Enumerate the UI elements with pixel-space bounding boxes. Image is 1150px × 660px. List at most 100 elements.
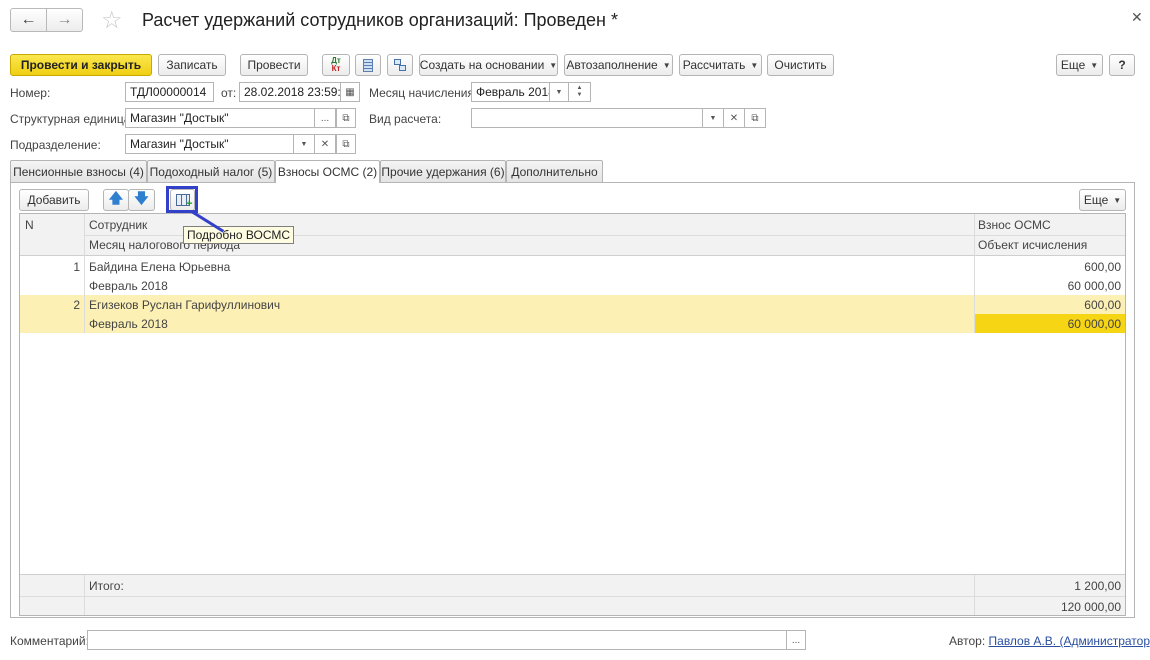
arrow-down-icon: 🡇 (134, 190, 149, 206)
caret-down-icon: ▼ (662, 60, 671, 70)
arrow-right-icon: → (56, 11, 73, 28)
open-window-icon: ⧉ (751, 112, 759, 124)
help-button[interactable]: ? (1109, 54, 1135, 76)
panel-more-label: Еще (1083, 193, 1109, 207)
division-field[interactable]: Магазин "Достык" (125, 134, 294, 154)
calendar-button[interactable]: ▦ (340, 82, 360, 102)
date-from-label: от: (221, 86, 237, 100)
dt-kt-button[interactable]: Дт Кт (322, 54, 350, 76)
calc-type-dropdown-button[interactable]: ▼ (702, 108, 724, 128)
header-n[interactable]: N (25, 218, 34, 232)
total-contribution: 1 200,00 (1074, 579, 1121, 593)
create-based-on-label: Создать на основании (419, 58, 545, 72)
structural-unit-field[interactable]: Магазин "Достык" (125, 108, 315, 128)
calc-type-clear-button[interactable]: ✕ (723, 108, 745, 128)
accrual-month-field[interactable]: Февраль 2018 (471, 82, 550, 102)
clear-x-icon: ✕ (729, 112, 739, 124)
author-info: Автор: Павлов А.В. (Администратор) (949, 634, 1150, 648)
tab-pension[interactable]: Пенсионные взносы (4) (10, 160, 147, 182)
month-stepper[interactable]: ▲ ▼ (568, 82, 591, 102)
total-object: 120 000,00 (1060, 600, 1121, 614)
header-object[interactable]: Объект исчисления (978, 238, 1087, 252)
post-and-close-button[interactable]: Провести и закрыть (10, 54, 152, 76)
close-icon[interactable]: ✕ (1131, 9, 1143, 26)
comment-edit-button[interactable]: ... (786, 630, 806, 650)
caret-down-icon: ▼ (300, 140, 308, 148)
dt-kt-icon: Дт Кт (331, 56, 341, 73)
save-button[interactable]: Записать (158, 54, 226, 76)
comment-label: Комментарий: (10, 634, 89, 648)
caret-down-icon: ▼ (555, 88, 563, 96)
header-contribution[interactable]: Взнос ОСМС (978, 218, 1051, 232)
accrual-month-label: Месяц начисления: (369, 86, 478, 100)
report-button[interactable] (355, 54, 381, 76)
author-label: Автор: (949, 634, 986, 648)
contribution-value: 600,00 (1084, 298, 1121, 312)
division-clear-button[interactable]: ✕ (314, 134, 336, 154)
tab-additional[interactable]: Дополнительно (506, 160, 603, 182)
row-number: 1 (73, 260, 80, 274)
back-button[interactable]: ← (10, 8, 47, 32)
comment-field[interactable] (87, 630, 787, 650)
osms-table[interactable]: N Сотрудник Месяц налогового периода Взн… (19, 213, 1126, 616)
more-button[interactable]: Еще ▼ (1056, 54, 1103, 76)
header-employee[interactable]: Сотрудник (89, 218, 147, 232)
table-row[interactable]: Февраль 2018 60 000,00 (20, 276, 1125, 295)
calculate-label: Рассчитать (682, 58, 746, 72)
clear-button[interactable]: Очистить (767, 54, 834, 76)
calculate-button[interactable]: Рассчитать ▼ (679, 54, 762, 76)
object-value: 60 000,00 (1067, 317, 1121, 331)
structure-button[interactable] (387, 54, 413, 76)
forward-button[interactable]: → (46, 8, 83, 32)
structural-unit-open-button[interactable]: ⧉ (336, 108, 356, 128)
add-row-button[interactable]: Добавить (19, 189, 89, 211)
column-divider (84, 214, 85, 333)
move-up-button[interactable]: 🡅 (103, 189, 129, 211)
arrow-up-icon: 🡅 (108, 190, 124, 206)
stepper-down-icon[interactable]: ▼ (577, 92, 583, 99)
month-dropdown-button[interactable]: ▼ (549, 82, 569, 102)
calc-type-open-button[interactable]: ⧉ (744, 108, 766, 128)
employee-name: Егизеков Руслан Гарифуллинович (89, 298, 281, 312)
table-row-selected[interactable]: 2 Егизеков Руслан Гарифуллинович 600,00 (20, 295, 1125, 314)
autofill-button[interactable]: Автозаполнение ▼ (564, 54, 673, 76)
table-row[interactable]: 1 Байдина Елена Юрьевна 600,00 (20, 257, 1125, 276)
table-row-selected[interactable]: Февраль 2018 60 000,00 (20, 314, 1125, 333)
division-open-button[interactable]: ⧉ (336, 134, 356, 154)
structural-unit-select-button[interactable]: ... (314, 108, 336, 128)
table-footer: Итого: 1 200,00 120 000,00 (20, 574, 1125, 615)
move-down-button[interactable]: 🡇 (128, 189, 155, 211)
tab-osms[interactable]: Взносы ОСМС (2) (275, 160, 380, 183)
calc-type-label: Вид расчета: (369, 112, 442, 126)
autofill-label: Автозаполнение (566, 58, 658, 72)
caret-down-icon: ▼ (750, 60, 759, 70)
more-label: Еще (1060, 58, 1086, 72)
document-list-icon (363, 58, 373, 72)
clear-x-icon: ✕ (320, 138, 330, 150)
caret-down-icon: ▼ (1090, 60, 1099, 70)
create-based-on-button[interactable]: Создать на основании ▼ (419, 54, 558, 76)
post-button[interactable]: Провести (240, 54, 308, 76)
employee-name: Байдина Елена Юрьевна (89, 260, 231, 274)
stepper-up-icon[interactable]: ▲ (577, 85, 583, 92)
number-label: Номер: (10, 86, 51, 100)
panel-more-button[interactable]: Еще ▼ (1079, 189, 1126, 211)
contribution-value: 600,00 (1084, 260, 1121, 274)
column-divider (974, 214, 975, 333)
calendar-icon: ▦ (345, 86, 355, 98)
division-dropdown-button[interactable]: ▼ (293, 134, 315, 154)
favorite-star-icon[interactable]: ☆ (101, 6, 123, 35)
tooltip: Подробно ВОСМС (183, 226, 295, 244)
caret-down-icon: ▼ (709, 114, 717, 122)
tab-other-deductions[interactable]: Прочие удержания (6) (380, 160, 506, 182)
number-field[interactable]: ТДЛ00000014 (125, 82, 214, 102)
author-link[interactable]: Павлов А.В. (Администратор) (989, 634, 1150, 648)
division-label: Подразделение: (10, 138, 101, 152)
calc-type-field[interactable] (471, 108, 703, 128)
date-field[interactable]: 28.02.2018 23:59:5 (239, 82, 341, 102)
row-number: 2 (73, 298, 80, 312)
tax-month: Февраль 2018 (89, 317, 168, 331)
window-title: Расчет удержаний сотрудников организаций… (142, 10, 618, 30)
hierarchy-icon (393, 58, 407, 72)
tab-income-tax[interactable]: Подоходный налог (5) (147, 160, 275, 182)
